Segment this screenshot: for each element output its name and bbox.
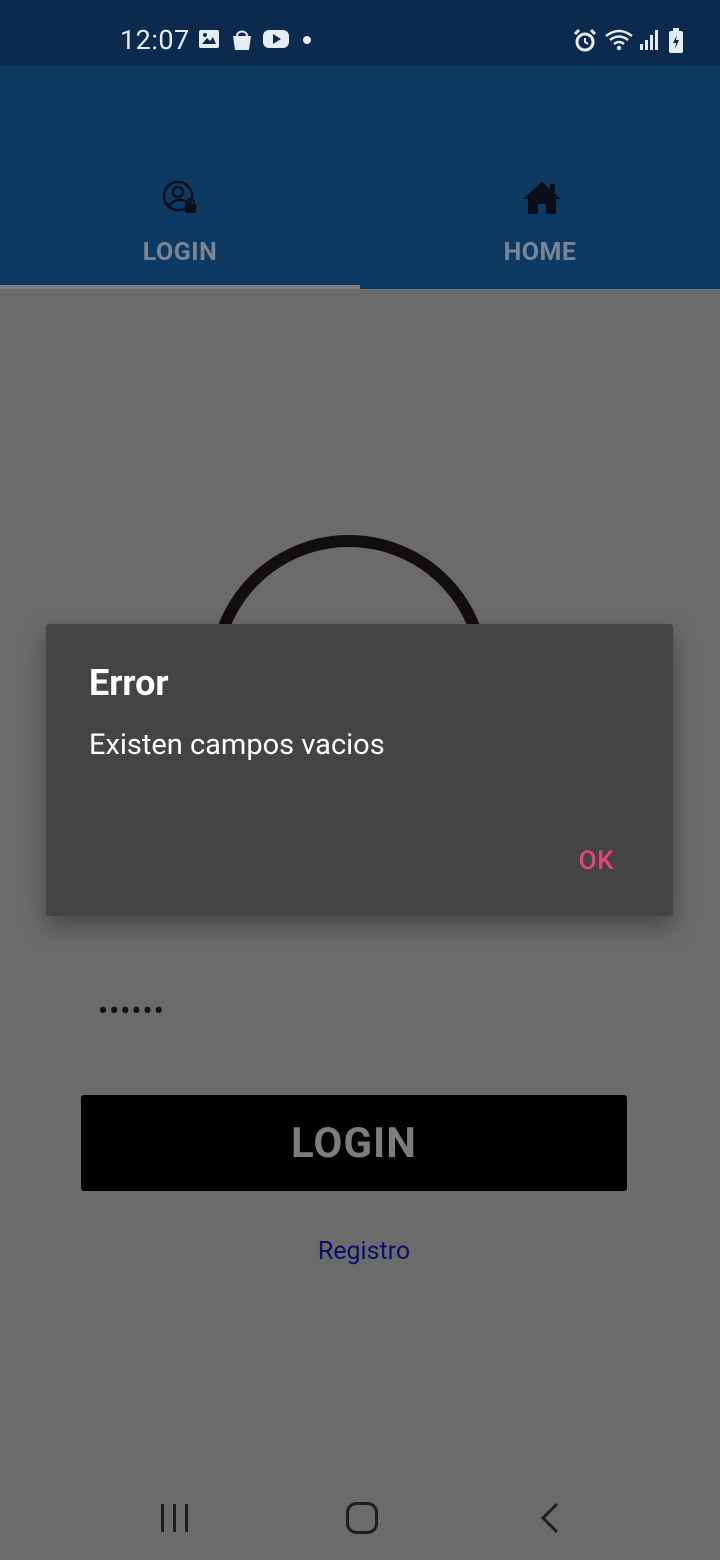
status-bar: 12:07 bbox=[0, 0, 720, 66]
wifi-icon bbox=[604, 28, 634, 56]
login-button[interactable]: LOGIN bbox=[81, 1095, 627, 1191]
home-button-icon[interactable] bbox=[332, 1494, 392, 1542]
youtube-icon bbox=[262, 28, 290, 54]
password-field[interactable]: •••••• bbox=[98, 994, 165, 1029]
back-icon[interactable] bbox=[520, 1494, 580, 1542]
home-icon bbox=[522, 180, 561, 216]
navigation-bar bbox=[0, 1476, 720, 1560]
user-lock-icon bbox=[162, 180, 198, 216]
error-dialog: Error Existen campos vacios OK bbox=[46, 624, 673, 916]
notification-dot-icon bbox=[303, 36, 311, 44]
status-time: 12:07 bbox=[120, 24, 190, 56]
register-link[interactable]: Registro bbox=[0, 1237, 720, 1266]
dialog-ok-button[interactable]: OK bbox=[579, 846, 614, 876]
shopping-bag-icon bbox=[231, 28, 253, 56]
tab-home[interactable]: HOME bbox=[360, 66, 720, 289]
tab-bar: LOGIN HOME bbox=[0, 66, 720, 289]
battery-charging-icon bbox=[668, 28, 684, 58]
dialog-title: Error bbox=[89, 662, 169, 704]
image-icon bbox=[198, 28, 220, 54]
alarm-icon bbox=[572, 28, 598, 58]
signal-icon bbox=[638, 28, 660, 56]
tab-login-label: LOGIN bbox=[142, 238, 218, 267]
tab-login[interactable]: LOGIN bbox=[0, 66, 360, 289]
tab-home-label: HOME bbox=[503, 238, 577, 267]
recents-icon[interactable] bbox=[145, 1494, 205, 1542]
dialog-message: Existen campos vacios bbox=[89, 728, 385, 762]
